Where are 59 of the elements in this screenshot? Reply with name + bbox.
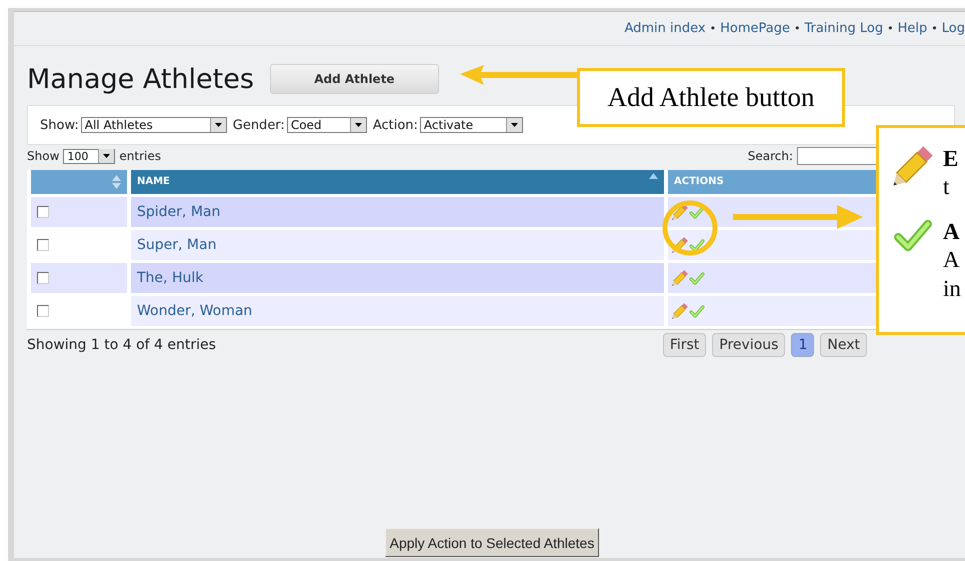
legend-text: A	[943, 246, 961, 274]
highlight-circle	[662, 200, 718, 256]
athlete-name-link[interactable]: The, Hulk	[131, 263, 664, 293]
checkmark-icon[interactable]	[689, 272, 705, 284]
checkmark-icon[interactable]	[689, 238, 705, 252]
dropdown[interactable]: 100	[63, 148, 116, 164]
nav-link[interactable]: Log	[942, 21, 965, 36]
column-header[interactable]	[31, 170, 127, 194]
edit-icon[interactable]	[672, 237, 688, 253]
apply-action-button[interactable]: Apply Action to Selected Athletes	[384, 528, 600, 557]
dropdown[interactable]: All Athletes	[80, 117, 227, 133]
checkmark-icon[interactable]	[689, 304, 705, 318]
checkbox[interactable]	[37, 305, 49, 317]
edit-icon[interactable]	[672, 270, 688, 286]
athlete-name-link[interactable]: Super, Man	[131, 230, 664, 260]
legend-title: A	[943, 219, 961, 245]
nav-link[interactable]: Admin index	[624, 21, 706, 36]
checkbox[interactable]	[37, 239, 49, 251]
caret-icon	[354, 123, 362, 127]
pagination-button[interactable]: 1	[791, 333, 814, 357]
search-label: Search:	[748, 149, 793, 163]
bullet-separator: •	[710, 22, 716, 35]
dropdown[interactable]: Coed	[286, 117, 367, 133]
legend-title: E	[943, 146, 958, 172]
filter-label: Action:	[372, 118, 418, 132]
checkbox[interactable]	[37, 272, 49, 284]
nav-link[interactable]: HomePage	[720, 21, 790, 36]
sort-icon	[112, 175, 121, 189]
column-header[interactable]: NAME	[131, 170, 664, 194]
checkmark-icon[interactable]	[689, 206, 705, 218]
caret-icon	[103, 154, 110, 158]
entries-info: Showing 1 to 4 of 4 entries	[27, 337, 216, 353]
athlete-name-link[interactable]: Wonder, Woman	[131, 296, 664, 326]
edit-icon[interactable]	[672, 303, 688, 319]
add-athlete-button[interactable]: Add Athlete	[270, 64, 439, 94]
page-title: Manage Athletes	[27, 64, 254, 94]
length-label: Show	[27, 149, 60, 163]
filter-label: Show:	[40, 118, 79, 132]
edit-icon[interactable]	[672, 204, 688, 220]
bullet-separator: •	[794, 22, 800, 35]
bullet-separator: •	[887, 22, 894, 35]
pagination-button[interactable]: Previous	[712, 333, 786, 357]
pagination-button[interactable]: Next	[820, 333, 867, 357]
filter-label: Gender:	[232, 118, 285, 132]
annotation-label: Add Athlete button	[577, 68, 845, 127]
caret-icon	[510, 123, 518, 127]
checkmark-icon	[893, 219, 933, 252]
caret-icon	[214, 123, 222, 127]
bullet-separator: •	[931, 22, 938, 35]
length-label: entries	[119, 149, 161, 163]
pencil-icon	[893, 146, 933, 186]
sort-ascending-icon	[649, 173, 658, 179]
nav-link[interactable]: Training Log	[804, 21, 884, 36]
nav-link[interactable]: Help	[898, 21, 928, 36]
checkbox[interactable]	[37, 206, 49, 218]
legend-text: in	[943, 275, 961, 303]
pagination-button[interactable]: First	[662, 333, 706, 357]
athlete-name-link[interactable]: Spider, Man	[131, 197, 664, 227]
dropdown[interactable]: Activate	[420, 117, 523, 133]
